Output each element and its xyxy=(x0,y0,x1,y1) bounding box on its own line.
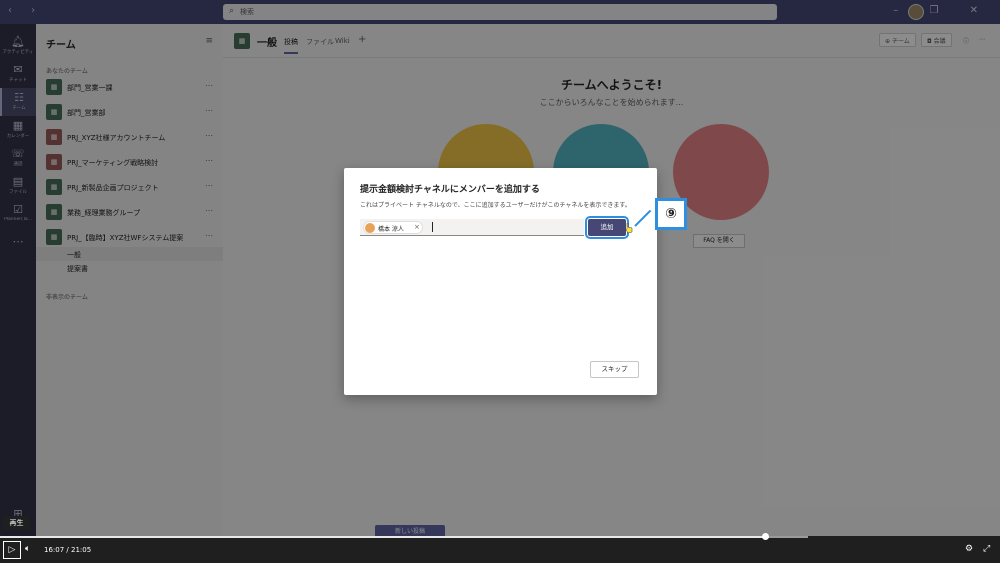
add-members-dialog: 提示金額検討チャネルにメンバーを追加する これはプライベート チャネルなので、こ… xyxy=(344,168,657,395)
dialog-title: 提示金額検討チャネルにメンバーを追加する xyxy=(360,185,540,195)
volume-icon[interactable]: 🔈︎ xyxy=(25,544,30,554)
text-caret xyxy=(432,222,433,232)
progress-fill xyxy=(0,536,765,538)
time-display: 16:07 / 21:05 xyxy=(44,546,92,554)
play-button[interactable]: ▷ xyxy=(3,541,21,559)
settings-icon[interactable]: ⚙ xyxy=(965,544,973,554)
step-callout: ⑨ xyxy=(655,198,687,230)
avatar xyxy=(365,223,375,233)
member-chip: 橋本 涼人 × xyxy=(363,221,423,234)
skip-button[interactable]: スキップ xyxy=(590,361,639,378)
hand-cursor-icon xyxy=(625,223,633,233)
play-icon: ▷ xyxy=(8,545,16,555)
video-controls xyxy=(0,536,1000,563)
close-icon[interactable]: × xyxy=(414,223,420,231)
add-button[interactable]: 追加 xyxy=(585,216,629,239)
dialog-description: これはプライベート チャネルなので、ここに追加するユーザーだけがこのチャネルを表… xyxy=(360,202,631,209)
member-input[interactable]: 橋本 涼人 × xyxy=(360,219,584,236)
member-chip-name: 橋本 涼人 xyxy=(378,226,404,233)
fullscreen-icon[interactable]: ⤢ xyxy=(983,544,990,554)
play-tooltip: 再生 xyxy=(3,516,30,530)
progress-knob[interactable] xyxy=(762,533,769,540)
